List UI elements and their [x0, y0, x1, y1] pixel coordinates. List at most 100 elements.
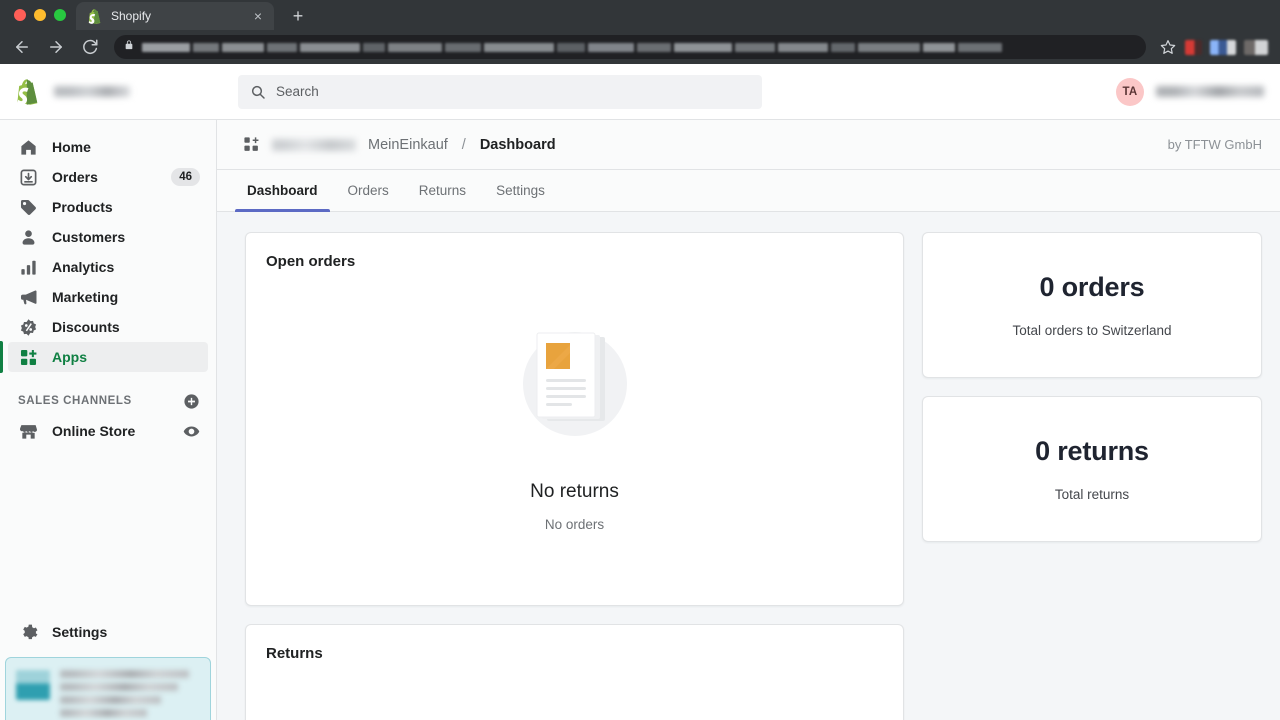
- extension-icon[interactable]: [1210, 40, 1236, 55]
- breadcrumb-parent[interactable]: MeinEinkauf: [368, 137, 448, 153]
- empty-document-illustration: [505, 321, 645, 453]
- plus-circle-icon[interactable]: [182, 392, 200, 410]
- home-icon: [18, 137, 38, 157]
- dashboard-content: Open orders: [217, 212, 1280, 720]
- breadcrumb-separator: /: [462, 137, 466, 153]
- storefront-icon: [18, 421, 38, 441]
- open-orders-card: Open orders: [245, 232, 904, 606]
- promo-thumbnail: [16, 670, 50, 700]
- extension-icon[interactable]: [1244, 40, 1268, 55]
- breadcrumb: MeinEinkauf / Dashboard by TFTW GmbH: [217, 120, 1280, 170]
- bookmark-star-icon[interactable]: [1160, 39, 1176, 55]
- dashboard-right-column: 0 orders Total orders to Switzerland 0 r…: [922, 232, 1262, 720]
- sidebar-item-orders[interactable]: Orders 46: [8, 162, 208, 192]
- tab-label: Settings: [496, 183, 545, 198]
- apps-grid-icon: [18, 347, 38, 367]
- orders-count-badge: 46: [171, 168, 200, 186]
- sidebar-item-label: Discounts: [52, 319, 120, 335]
- sidebar-item-analytics[interactable]: Analytics: [8, 252, 208, 282]
- reload-icon[interactable]: [80, 37, 100, 57]
- app-name-redacted: [272, 139, 356, 151]
- sidebar-item-home[interactable]: Home: [8, 132, 208, 162]
- sidebar-item-label: Analytics: [52, 259, 114, 275]
- tab-dashboard[interactable]: Dashboard: [235, 170, 330, 211]
- app-tabs: Dashboard Orders Returns Settings: [217, 170, 1280, 212]
- marketing-megaphone-icon: [18, 287, 38, 307]
- window-traffic-lights[interactable]: [12, 0, 76, 30]
- account-menu[interactable]: TA: [1116, 78, 1264, 106]
- tab-label: Returns: [419, 183, 466, 198]
- promo-text-redacted: [60, 670, 200, 720]
- sidebar-item-label: Settings: [52, 624, 107, 640]
- sidebar-item-products[interactable]: Products: [8, 192, 208, 222]
- tab-orders[interactable]: Orders: [336, 170, 401, 211]
- stat-card-returns: 0 returns Total returns: [922, 396, 1262, 542]
- open-orders-empty-state: No returns No orders: [246, 270, 903, 605]
- promo-card-redacted[interactable]: [5, 657, 211, 720]
- returns-card: Returns: [245, 624, 904, 720]
- search-input[interactable]: Search: [238, 75, 762, 109]
- sidebar-item-label: Apps: [52, 349, 87, 365]
- discounts-percent-icon: [18, 317, 38, 337]
- browser-tab-shopify[interactable]: Shopify ×: [76, 2, 274, 30]
- sidebar-item-label: Orders: [52, 169, 98, 185]
- sidebar-item-label: Marketing: [52, 289, 118, 305]
- sidebar-item-label: Products: [52, 199, 113, 215]
- gear-icon: [18, 622, 38, 642]
- dashboard-left-column: Open orders: [245, 232, 904, 720]
- vendor-credit: by TFTW GmbH: [1168, 137, 1262, 152]
- stat-value: 0 returns: [1035, 436, 1149, 467]
- sales-channels-label: SALES CHANNELS: [18, 395, 132, 407]
- account-name-redacted: [1156, 86, 1264, 97]
- returns-title: Returns: [246, 625, 903, 662]
- tab-label: Orders: [348, 183, 389, 198]
- maximize-window-button[interactable]: [54, 9, 66, 21]
- tab-settings[interactable]: Settings: [484, 170, 557, 211]
- apps-grid-add-icon[interactable]: [243, 136, 260, 153]
- sidebar: Home Orders 46 Products Customers: [0, 120, 217, 720]
- sidebar-item-discounts[interactable]: Discounts: [8, 312, 208, 342]
- lock-icon: [124, 38, 134, 56]
- minimize-window-button[interactable]: [34, 9, 46, 21]
- omnibox-actions: [1160, 39, 1268, 55]
- sales-channels-heading: SALES CHANNELS: [18, 392, 200, 410]
- app-topbar: Search TA: [0, 64, 1280, 120]
- sidebar-item-online-store[interactable]: Online Store: [8, 416, 208, 446]
- tab-label: Dashboard: [247, 183, 318, 198]
- sidebar-bottom: Settings: [0, 617, 216, 720]
- address-bar[interactable]: [114, 35, 1146, 59]
- browser-toolbar: [0, 30, 1280, 64]
- customers-person-icon: [18, 227, 38, 247]
- close-window-button[interactable]: [14, 9, 26, 21]
- orders-icon: [18, 167, 38, 187]
- new-tab-button[interactable]: +: [288, 6, 308, 26]
- stat-label: Total returns: [1055, 487, 1129, 502]
- forward-icon[interactable]: [46, 37, 66, 57]
- page-title: Dashboard: [480, 137, 556, 153]
- app-shell: Home Orders 46 Products Customers: [0, 120, 1280, 720]
- sidebar-item-settings[interactable]: Settings: [8, 617, 208, 647]
- extension-icon[interactable]: [1185, 40, 1202, 55]
- analytics-bars-icon: [18, 257, 38, 277]
- tab-returns[interactable]: Returns: [407, 170, 478, 211]
- sidebar-item-customers[interactable]: Customers: [8, 222, 208, 252]
- products-tag-icon: [18, 197, 38, 217]
- search-icon: [250, 84, 266, 100]
- browser-extension-icons[interactable]: [1185, 40, 1268, 55]
- main-content: MeinEinkauf / Dashboard by TFTW GmbH Das…: [217, 120, 1280, 720]
- eye-icon[interactable]: [182, 422, 200, 440]
- shopify-logo[interactable]: [16, 78, 42, 106]
- close-icon[interactable]: ×: [250, 8, 266, 24]
- sidebar-item-marketing[interactable]: Marketing: [8, 282, 208, 312]
- browser-tab-title: Shopify: [111, 9, 242, 23]
- empty-state-subtitle: No orders: [545, 517, 604, 532]
- sidebar-item-apps[interactable]: Apps: [8, 342, 208, 372]
- search-placeholder: Search: [276, 84, 319, 99]
- stat-label: Total orders to Switzerland: [1012, 323, 1171, 338]
- avatar[interactable]: TA: [1116, 78, 1144, 106]
- back-icon[interactable]: [12, 37, 32, 57]
- shopify-bag-icon: [88, 9, 103, 24]
- stat-value: 0 orders: [1040, 272, 1145, 303]
- stat-card-orders: 0 orders Total orders to Switzerland: [922, 232, 1262, 378]
- store-name-redacted: [54, 86, 130, 97]
